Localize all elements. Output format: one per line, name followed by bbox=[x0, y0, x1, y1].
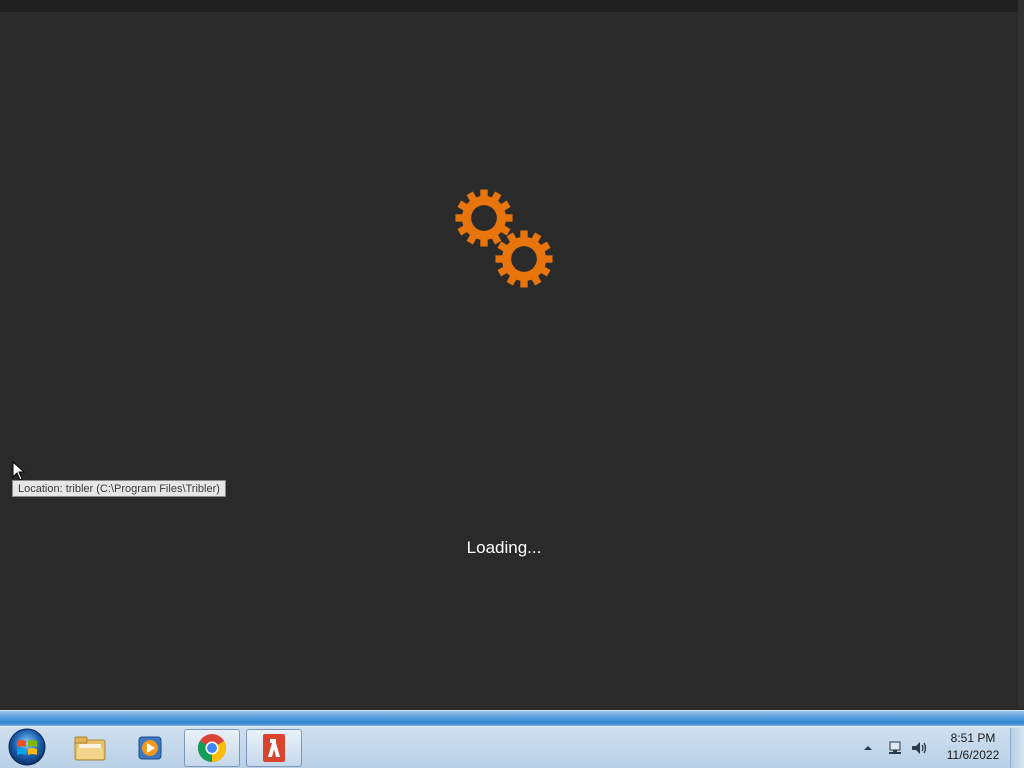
loading-gears-icon bbox=[455, 189, 553, 288]
tribler-icon bbox=[263, 734, 285, 762]
taskbar-chrome-button[interactable] bbox=[184, 729, 240, 767]
media-player-icon bbox=[138, 736, 162, 760]
system-tray bbox=[862, 730, 928, 766]
folder-icon bbox=[74, 736, 106, 761]
clock-time: 8:51 PM bbox=[950, 731, 996, 745]
taskbar-media-player-button[interactable] bbox=[122, 729, 178, 767]
loading-label: Loading... bbox=[466, 538, 542, 557]
mouse-cursor-icon bbox=[12, 461, 26, 481]
window-edge bbox=[1018, 0, 1024, 708]
taskbar-clock[interactable]: 8:51 PM 11/6/2022 bbox=[940, 730, 1006, 764]
location-tooltip: Location: tribler (C:\Program Files\Trib… bbox=[12, 480, 226, 497]
chrome-icon bbox=[198, 734, 226, 762]
start-button[interactable] bbox=[4, 727, 50, 767]
volume-icon[interactable] bbox=[910, 739, 928, 757]
taskbar-explorer-button[interactable] bbox=[62, 729, 118, 767]
taskbar-tribler-button[interactable] bbox=[246, 729, 302, 767]
show-hidden-icons-chevron[interactable] bbox=[862, 742, 874, 754]
show-desktop-button[interactable] bbox=[1010, 728, 1024, 768]
window-title-bar[interactable] bbox=[0, 0, 1018, 12]
network-icon[interactable] bbox=[886, 739, 904, 757]
clock-date: 11/6/2022 bbox=[946, 748, 1000, 762]
tribler-app-window: Loading... bbox=[0, 0, 1018, 708]
